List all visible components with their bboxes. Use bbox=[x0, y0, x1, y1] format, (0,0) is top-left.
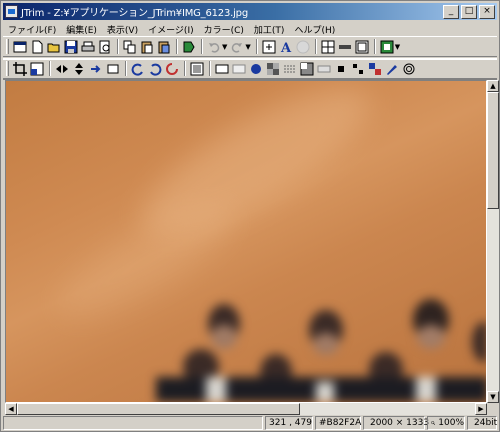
bar-icon[interactable] bbox=[337, 39, 353, 55]
text-icon[interactable]: A bbox=[278, 39, 294, 55]
print-preview-icon[interactable] bbox=[97, 39, 113, 55]
chevron-down-icon[interactable]: ▼ bbox=[222, 43, 227, 51]
status-depth-panel: 24bit bbox=[467, 416, 497, 430]
paste-new-icon[interactable] bbox=[156, 39, 172, 55]
toolbar-separator bbox=[117, 39, 119, 54]
minimize-button[interactable]: _ bbox=[443, 5, 459, 19]
window-title: JTrim - Z:¥アプリケーション_JTrim¥IMG_6123.jpg bbox=[21, 8, 248, 19]
status-image-size: 2000 × 1333 bbox=[370, 418, 430, 428]
scroll-up-icon[interactable]: ▲ bbox=[487, 80, 499, 92]
palette-icon[interactable] bbox=[379, 39, 395, 55]
menu-view[interactable]: 表示(V) bbox=[102, 21, 143, 36]
maximize-button[interactable]: □ bbox=[461, 5, 477, 19]
status-depth: 24bit bbox=[474, 418, 498, 428]
status-empty-panel bbox=[3, 416, 264, 430]
svg-text:A: A bbox=[280, 41, 292, 54]
copy-icon[interactable] bbox=[122, 39, 138, 55]
menu-process[interactable]: 加工(T) bbox=[249, 21, 290, 36]
new-window-icon[interactable] bbox=[12, 39, 28, 55]
open-folder-icon[interactable] bbox=[46, 39, 62, 55]
paste-icon[interactable] bbox=[139, 39, 155, 55]
blurred-people bbox=[156, 299, 486, 402]
chevron-down-icon[interactable]: ▼ bbox=[245, 43, 250, 51]
toolbar-separator bbox=[201, 39, 203, 54]
grid-icon[interactable] bbox=[320, 39, 336, 55]
toolbar-main: ▼ ▼ A ▼ bbox=[3, 36, 497, 57]
save-icon[interactable] bbox=[63, 39, 79, 55]
menu-help[interactable]: ヘルプ(H) bbox=[289, 21, 340, 36]
menu-bar: ファイル(F) 編集(E) 表示(V) イメージ(I) カラー(C) 加工(T)… bbox=[3, 21, 497, 36]
circle-icon[interactable] bbox=[295, 39, 311, 55]
vertical-scroll-thumb[interactable] bbox=[487, 92, 499, 209]
redo-icon[interactable] bbox=[229, 39, 245, 55]
status-zoom-panel: 100% bbox=[427, 416, 465, 430]
menu-file[interactable]: ファイル(F) bbox=[3, 21, 61, 36]
toolbar-separator bbox=[176, 39, 178, 54]
undo-history-icon[interactable] bbox=[181, 39, 197, 55]
fit-window-icon[interactable] bbox=[261, 39, 277, 55]
jtrim-window: JTrim - Z:¥アプリケーション_JTrim¥IMG_6123.jpg _… bbox=[0, 0, 500, 432]
new-file-icon[interactable] bbox=[29, 39, 45, 55]
scrollbar-corner bbox=[487, 403, 499, 415]
horizontal-scrollbar[interactable]: ◀ ▶ bbox=[5, 403, 487, 415]
print-icon[interactable] bbox=[80, 39, 96, 55]
frame-icon[interactable] bbox=[354, 39, 370, 55]
toolbar-separator bbox=[373, 39, 376, 54]
menu-image[interactable]: イメージ(I) bbox=[143, 21, 199, 36]
title-bar: JTrim - Z:¥アプリケーション_JTrim¥IMG_6123.jpg _… bbox=[3, 3, 497, 20]
magnifier-icon bbox=[431, 421, 436, 425]
chevron-down-icon[interactable]: ▼ bbox=[395, 43, 400, 51]
horizontal-scroll-thumb[interactable] bbox=[17, 403, 300, 415]
status-image-size-panel: 2000 × 1333 bbox=[363, 416, 429, 430]
scroll-down-icon[interactable]: ▼ bbox=[487, 391, 499, 403]
status-color-hex: #B82F2A bbox=[315, 416, 361, 430]
close-button[interactable]: × bbox=[479, 5, 495, 19]
menu-color[interactable]: カラー(C) bbox=[199, 21, 249, 36]
status-zoom: 100% bbox=[438, 418, 464, 428]
toolbar-separator bbox=[314, 39, 317, 54]
status-bar: 321 , 479 #B82F2A 2000 × 1333 100% 24bit bbox=[3, 416, 497, 431]
toolbar-grip[interactable] bbox=[6, 39, 9, 54]
vertical-scrollbar[interactable]: ▲ ▼ bbox=[487, 80, 499, 403]
undo-icon[interactable] bbox=[206, 39, 222, 55]
app-icon[interactable] bbox=[5, 5, 18, 18]
image-canvas[interactable] bbox=[5, 80, 487, 403]
scroll-left-icon[interactable]: ◀ bbox=[5, 403, 17, 415]
menu-edit[interactable]: 編集(E) bbox=[61, 21, 102, 36]
toolbar-separator bbox=[255, 39, 258, 54]
scroll-right-icon[interactable]: ▶ bbox=[475, 403, 487, 415]
status-coordinates: 321 , 479 bbox=[265, 416, 313, 430]
